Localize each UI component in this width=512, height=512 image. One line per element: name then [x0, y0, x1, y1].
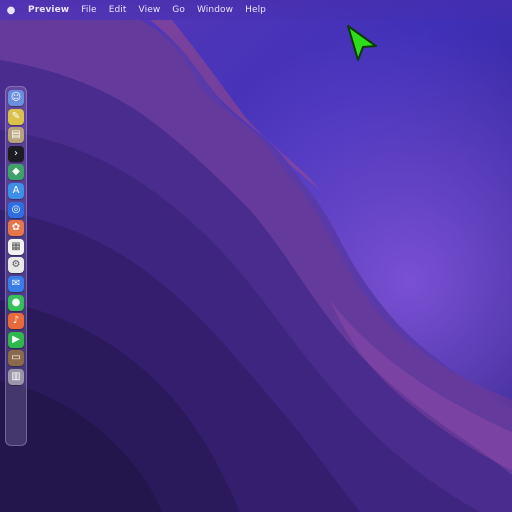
finder-icon[interactable]: ☺ — [8, 90, 24, 106]
menu-edit[interactable]: Edit — [103, 5, 133, 15]
menu-view[interactable]: View — [133, 5, 167, 15]
safari-icon[interactable]: ◎ — [8, 201, 24, 218]
notes-icon[interactable]: ✎ — [8, 108, 24, 125]
menu-window[interactable]: Window — [191, 5, 239, 15]
terminal-icon[interactable]: › — [8, 145, 24, 162]
maps-icon[interactable]: ◆ — [8, 164, 24, 181]
menu-help[interactable]: Help — [239, 5, 272, 15]
calendar-icon[interactable]: ▦ — [8, 238, 24, 255]
dock: ☺ ✎ ▤ › ◆ A ◎ ✿ ▦ ⚙ ✉ ● ♪ ▶ ▭ ▥ — [5, 86, 27, 446]
facetime-icon[interactable]: ▶ — [8, 331, 24, 348]
photos-icon[interactable]: ✿ — [8, 220, 24, 237]
music-icon[interactable]: ♪ — [8, 313, 24, 330]
books-icon[interactable]: ▭ — [8, 350, 24, 367]
menu-go[interactable]: Go — [166, 5, 191, 15]
desktop-wallpaper — [0, 0, 512, 512]
mouse-cursor-icon — [347, 25, 377, 61]
menu-file[interactable]: File — [75, 5, 102, 15]
menu-preview[interactable]: Preview — [22, 5, 75, 15]
trash-icon[interactable]: ▥ — [8, 368, 24, 385]
preview-icon[interactable]: ▤ — [8, 127, 24, 144]
app-store-icon[interactable]: A — [8, 182, 24, 199]
menu-bar: ● Preview File Edit View Go Window Help — [0, 0, 512, 20]
system-settings-icon[interactable]: ⚙ — [8, 257, 24, 274]
mail-icon[interactable]: ✉ — [8, 275, 24, 292]
messages-icon[interactable]: ● — [8, 294, 24, 311]
apple-logo-icon[interactable]: ● — [0, 5, 22, 16]
